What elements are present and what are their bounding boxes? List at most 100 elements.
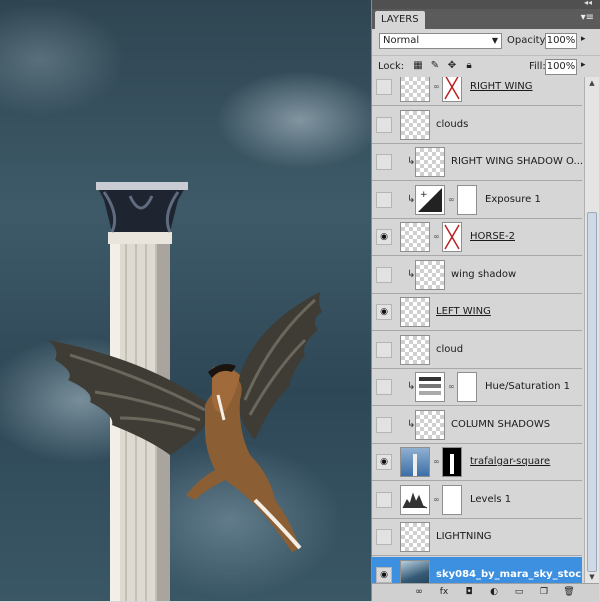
add-mask-icon[interactable]: ◘ xyxy=(462,586,476,599)
layer-row[interactable]: ↳ + ∞ Exposure 1 xyxy=(372,181,582,219)
lock-all-icon[interactable]: 🔒︎ xyxy=(463,60,475,72)
mask-link-icon[interactable]: ∞ xyxy=(448,382,455,391)
layer-thumbnail[interactable] xyxy=(400,484,430,515)
mask-link-icon[interactable]: ∞ xyxy=(433,457,440,466)
layers-list: ∞ RIGHT WING clouds ↳ RIGHT WING SHADOW O...… xyxy=(372,77,582,583)
composite-artwork xyxy=(48,182,322,601)
scroll-up-icon[interactable]: ▲ xyxy=(585,77,599,89)
mask-link-icon[interactable]: ∞ xyxy=(433,495,440,504)
layer-row[interactable]: ↳ COLUMN SHADOWS xyxy=(372,406,582,444)
layer-row[interactable]: ◉ ∞ HORSE-2 xyxy=(372,219,582,256)
layer-name[interactable]: Levels 1 xyxy=(470,494,511,505)
visibility-toggle[interactable] xyxy=(376,116,392,133)
visibility-toggle[interactable] xyxy=(376,79,392,95)
lock-position-icon[interactable]: ✥ xyxy=(446,60,458,72)
layer-thumbnail[interactable] xyxy=(400,109,430,140)
layer-name[interactable]: Hue/Saturation 1 xyxy=(485,381,570,392)
fill-label: Fill: xyxy=(529,61,546,72)
layer-thumbnail[interactable] xyxy=(400,334,430,365)
fill-arrow-icon[interactable]: ▸ xyxy=(581,60,586,70)
layer-name[interactable]: RIGHT WING SHADOW O... xyxy=(451,156,582,167)
layer-name[interactable]: cloud xyxy=(436,344,463,355)
svg-text:+: + xyxy=(420,190,428,200)
layer-row[interactable]: ◉ sky084_by_mara_sky_stock xyxy=(372,556,582,583)
mask-link-icon[interactable]: ∞ xyxy=(448,195,455,204)
layer-name[interactable]: COLUMN SHADOWS xyxy=(451,419,550,430)
scrollbar-thumb[interactable] xyxy=(587,212,597,572)
eye-icon[interactable]: ◉ xyxy=(376,229,392,245)
layer-thumbnail[interactable] xyxy=(415,372,445,402)
new-layer-icon[interactable]: ❐ xyxy=(537,586,551,599)
collapse-icon[interactable]: ◂◂ xyxy=(584,0,592,7)
eye-icon[interactable]: ◉ xyxy=(376,454,392,470)
layer-name[interactable]: trafalgar-square xyxy=(470,456,550,467)
layer-mask-thumbnail[interactable] xyxy=(457,372,477,402)
layer-mask-thumbnail[interactable] xyxy=(442,77,462,102)
layer-thumbnail[interactable] xyxy=(400,77,430,102)
layer-thumbnail[interactable] xyxy=(400,522,430,552)
layer-thumbnail[interactable]: + xyxy=(415,184,445,215)
layer-row[interactable]: ∞ Levels 1 xyxy=(372,481,582,519)
layers-scrollbar[interactable]: ▲ ▼ xyxy=(584,77,599,583)
layer-thumbnail[interactable] xyxy=(415,259,445,290)
layer-thumbnail[interactable] xyxy=(400,297,430,327)
layer-thumbnail[interactable] xyxy=(415,147,445,177)
document-canvas[interactable] xyxy=(0,0,371,601)
fx-icon[interactable]: fx xyxy=(437,586,451,599)
layer-thumbnail[interactable] xyxy=(400,559,430,583)
layer-mask-thumbnail[interactable] xyxy=(442,222,462,252)
visibility-toggle[interactable] xyxy=(376,491,392,508)
layer-thumbnail[interactable] xyxy=(415,409,445,440)
mask-link-icon[interactable]: ∞ xyxy=(433,232,440,241)
visibility-toggle[interactable] xyxy=(376,154,392,170)
layer-name[interactable]: HORSE-2 xyxy=(470,231,515,242)
opacity-field[interactable]: 100% xyxy=(545,33,577,49)
layer-row[interactable]: ◉ ∞ trafalgar-square xyxy=(372,444,582,481)
eye-icon[interactable]: ◉ xyxy=(376,304,392,320)
eye-icon[interactable]: ◉ xyxy=(376,566,392,583)
layer-mask-thumbnail[interactable] xyxy=(457,184,477,215)
layer-thumbnail[interactable] xyxy=(400,447,430,477)
lock-label: Lock: xyxy=(378,61,405,72)
layer-mask-thumbnail[interactable] xyxy=(442,447,462,477)
lock-fill-row: Lock: ▦ ✎ ✥ 🔒︎ Fill: 100% ▸ xyxy=(372,55,600,78)
layer-row[interactable]: cloud xyxy=(372,331,582,369)
visibility-toggle[interactable] xyxy=(376,416,392,433)
scroll-down-icon[interactable]: ▼ xyxy=(585,571,599,583)
layer-row[interactable]: ↳ ∞ Hue/Saturation 1 xyxy=(372,369,582,406)
visibility-toggle[interactable] xyxy=(376,266,392,283)
lock-paint-icon[interactable]: ✎ xyxy=(429,60,441,72)
mask-link-icon[interactable]: ∞ xyxy=(433,82,440,91)
opacity-arrow-icon[interactable]: ▸ xyxy=(581,34,586,44)
visibility-toggle[interactable] xyxy=(376,341,392,358)
layer-row[interactable]: ↳ wing shadow xyxy=(372,256,582,294)
layer-name[interactable]: LIGHTNING xyxy=(436,531,492,542)
layer-thumbnail[interactable] xyxy=(400,222,430,252)
layers-panel: ◂◂ LAYERS ▾≡ Normal ▼ Opacity: 100% ▸ Lo… xyxy=(371,0,600,602)
visibility-toggle[interactable] xyxy=(376,191,392,208)
layer-name[interactable]: sky084_by_mara_sky_stock xyxy=(436,569,582,580)
layer-row[interactable]: LIGHTNING xyxy=(372,519,582,556)
layers-footer: ∞ fx ◘ ◐ ▭ ❐ 🗑︎ xyxy=(372,583,599,602)
new-group-icon[interactable]: ▭ xyxy=(512,586,526,599)
fill-field[interactable]: 100% xyxy=(545,59,577,75)
layer-name[interactable]: RIGHT WING xyxy=(470,81,533,92)
lock-transparency-icon[interactable]: ▦ xyxy=(412,60,424,72)
tab-layers[interactable]: LAYERS xyxy=(375,11,425,29)
layer-name[interactable]: wing shadow xyxy=(451,269,516,280)
blend-mode-select[interactable]: Normal ▼ xyxy=(379,33,502,49)
delete-layer-icon[interactable]: 🗑︎ xyxy=(562,586,576,599)
layer-mask-thumbnail[interactable] xyxy=(442,484,462,515)
link-layers-icon[interactable]: ∞ xyxy=(412,586,426,599)
layer-row[interactable]: ◉ LEFT WING xyxy=(372,294,582,331)
layer-name[interactable]: Exposure 1 xyxy=(485,194,541,205)
adjustment-layer-icon[interactable]: ◐ xyxy=(487,586,501,599)
panel-menu-icon[interactable]: ▾≡ xyxy=(581,12,594,23)
layer-row[interactable]: ∞ RIGHT WING xyxy=(372,77,582,106)
layer-row[interactable]: clouds xyxy=(372,106,582,144)
visibility-toggle[interactable] xyxy=(376,529,392,545)
layer-name[interactable]: LEFT WING xyxy=(436,306,491,317)
layer-name[interactable]: clouds xyxy=(436,119,468,130)
layer-row[interactable]: ↳ RIGHT WING SHADOW O... xyxy=(372,144,582,181)
visibility-toggle[interactable] xyxy=(376,379,392,395)
